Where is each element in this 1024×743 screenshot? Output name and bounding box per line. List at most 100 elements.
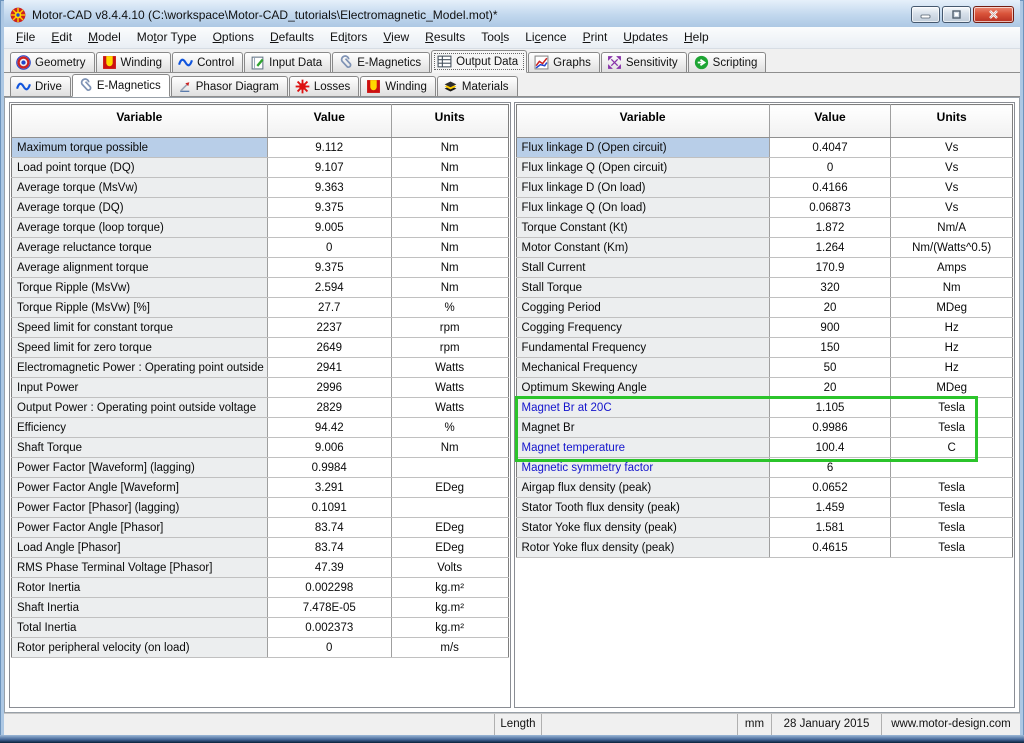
value-cell: 2829 (267, 398, 391, 418)
tab-geometry[interactable]: Geometry (10, 52, 95, 72)
table-row-flux-linkage-q-on-load[interactable]: Flux linkage Q (On load)0.06873Vs (516, 198, 1013, 218)
table-row-power-factor-phasor-lagging[interactable]: Power Factor [Phasor] (lagging)0.1091 (12, 498, 509, 518)
menu-model[interactable]: Model (80, 27, 129, 48)
table-row-cogging-period[interactable]: Cogging Period20MDeg (516, 298, 1013, 318)
tab-output-data[interactable]: Output Data (431, 50, 527, 73)
table-row-speed-limit-for-constant-torque[interactable]: Speed limit for constant torque2237rpm (12, 318, 509, 338)
table-row-magnetic-symmetry-factor[interactable]: Magnetic symmetry factor6 (516, 458, 1013, 478)
menu-motor-type[interactable]: Motor Type (129, 27, 205, 48)
table-row-flux-linkage-d-open-circuit[interactable]: Flux linkage D (Open circuit)0.4047Vs (516, 138, 1013, 158)
menu-tools[interactable]: Tools (473, 27, 517, 48)
table-row-efficiency[interactable]: Efficiency94.42% (12, 418, 509, 438)
value-cell: 2.594 (267, 278, 391, 298)
table-row-maximum-torque-possible[interactable]: Maximum torque possible9.112Nm (12, 138, 509, 158)
table-row-average-torque-loop-torque[interactable]: Average torque (loop torque)9.005Nm (12, 218, 509, 238)
tab-control[interactable]: Control (172, 52, 243, 72)
table-row-power-factor-angle-phasor[interactable]: Power Factor Angle [Phasor]83.74EDeg (12, 518, 509, 538)
tab-winding[interactable]: Winding (360, 76, 436, 96)
table-row-flux-linkage-d-on-load[interactable]: Flux linkage D (On load)0.4166Vs (516, 178, 1013, 198)
table-row-power-factor-waveform-lagging[interactable]: Power Factor [Waveform] (lagging)0.9984 (12, 458, 509, 478)
tab-materials[interactable]: Materials (437, 76, 518, 96)
table-row-load-point-torque-dq[interactable]: Load point torque (DQ)9.107Nm (12, 158, 509, 178)
table-row-power-factor-angle-waveform[interactable]: Power Factor Angle [Waveform]3.291EDeg (12, 478, 509, 498)
variable-cell: Average torque (loop torque) (12, 218, 268, 238)
value-cell: 20 (769, 378, 891, 398)
tab-losses[interactable]: Losses (289, 76, 359, 96)
units-cell: Amps (891, 258, 1013, 278)
tab-graphs[interactable]: Graphs (528, 52, 600, 72)
menu-print[interactable]: Print (575, 27, 616, 48)
table-row-motor-constant-km[interactable]: Motor Constant (Km)1.264Nm/(Watts^0.5) (516, 238, 1013, 258)
table-row-shaft-torque[interactable]: Shaft Torque9.006Nm (12, 438, 509, 458)
output-table-left: Variable Value Units Maximum torque poss… (11, 104, 509, 658)
table-row-stator-tooth-flux-density-peak[interactable]: Stator Tooth flux density (peak)1.459Tes… (516, 498, 1013, 518)
table-row-input-power[interactable]: Input Power2996Watts (12, 378, 509, 398)
tab-input-data[interactable]: Input Data (244, 52, 331, 72)
maximize-button[interactable] (942, 6, 971, 23)
tab-phasor-diagram[interactable]: Phasor Diagram (171, 76, 288, 96)
menu-view[interactable]: View (375, 27, 417, 48)
geometry-icon (16, 55, 31, 70)
table-row-fundamental-frequency[interactable]: Fundamental Frequency150Hz (516, 338, 1013, 358)
tab-sensitivity[interactable]: Sensitivity (601, 52, 687, 72)
variable-cell: Magnetic symmetry factor (516, 458, 769, 478)
table-row-rotor-peripheral-velocity-on-load[interactable]: Rotor peripheral velocity (on load)0m/s (12, 638, 509, 658)
minimize-button[interactable] (911, 6, 940, 23)
menu-options[interactable]: Options (205, 27, 262, 48)
table-row-rotor-inertia[interactable]: Rotor Inertia0.002298kg.m² (12, 578, 509, 598)
tab-scripting[interactable]: Scripting (688, 52, 767, 72)
table-row-stator-yoke-flux-density-peak[interactable]: Stator Yoke flux density (peak)1.581Tesl… (516, 518, 1013, 538)
output-table-right: Variable Value Units Flux linkage D (Ope… (516, 104, 1014, 558)
table-row-magnet-br[interactable]: Magnet Br0.9986Tesla (516, 418, 1013, 438)
value-cell: 0.4166 (769, 178, 891, 198)
tab-label: Graphs (553, 57, 591, 69)
table-row-airgap-flux-density-peak[interactable]: Airgap flux density (peak)0.0652Tesla (516, 478, 1013, 498)
table-row-speed-limit-for-zero-torque[interactable]: Speed limit for zero torque2649rpm (12, 338, 509, 358)
table-row-average-torque-dq[interactable]: Average torque (DQ)9.375Nm (12, 198, 509, 218)
value-cell: 1.872 (769, 218, 891, 238)
tab-winding[interactable]: Winding (96, 52, 172, 72)
table-row-output-power-operating-point-outside-voltage[interactable]: Output Power : Operating point outside v… (12, 398, 509, 418)
menu-updates[interactable]: Updates (615, 27, 676, 48)
table-row-shaft-inertia[interactable]: Shaft Inertia7.478E-05kg.m² (12, 598, 509, 618)
menu-results[interactable]: Results (417, 27, 473, 48)
table-row-flux-linkage-q-open-circuit[interactable]: Flux linkage Q (Open circuit)0Vs (516, 158, 1013, 178)
table-row-stall-current[interactable]: Stall Current170.9Amps (516, 258, 1013, 278)
table-row-rotor-yoke-flux-density-peak[interactable]: Rotor Yoke flux density (peak)0.4615Tesl… (516, 538, 1013, 558)
table-row-magnet-temperature[interactable]: Magnet temperature100.4C (516, 438, 1013, 458)
variable-cell: Average torque (MsVw) (12, 178, 268, 198)
units-cell: Tesla (891, 398, 1013, 418)
table-row-load-angle-phasor[interactable]: Load Angle [Phasor]83.74EDeg (12, 538, 509, 558)
table-row-torque-ripple-msvw[interactable]: Torque Ripple (MsVw) [%]27.7% (12, 298, 509, 318)
menu-file[interactable]: File (8, 27, 43, 48)
variable-cell: Stall Current (516, 258, 769, 278)
table-row-cogging-frequency[interactable]: Cogging Frequency900Hz (516, 318, 1013, 338)
menu-edit[interactable]: Edit (43, 27, 80, 48)
value-cell: 0 (267, 638, 391, 658)
table-row-torque-constant-kt[interactable]: Torque Constant (Kt)1.872Nm/A (516, 218, 1013, 238)
tab-drive[interactable]: Drive (10, 76, 71, 96)
variable-cell: Motor Constant (Km) (516, 238, 769, 258)
table-row-stall-torque[interactable]: Stall Torque320Nm (516, 278, 1013, 298)
variable-cell: Stator Tooth flux density (peak) (516, 498, 769, 518)
table-row-optimum-skewing-angle[interactable]: Optimum Skewing Angle20MDeg (516, 378, 1013, 398)
units-cell: Hz (891, 358, 1013, 378)
table-row-magnet-br-at-20c[interactable]: Magnet Br at 20C1.105Tesla (516, 398, 1013, 418)
table-row-average-reluctance-torque[interactable]: Average reluctance torque0Nm (12, 238, 509, 258)
menu-editors[interactable]: Editors (322, 27, 375, 48)
menu-defaults[interactable]: Defaults (262, 27, 322, 48)
table-row-electromagnetic-power-operating-point-outside[interactable]: Electromagnetic Power : Operating point … (12, 358, 509, 378)
menu-help[interactable]: Help (676, 27, 717, 48)
table-row-total-inertia[interactable]: Total Inertia0.002373kg.m² (12, 618, 509, 638)
tab-e-magnetics[interactable]: E-Magnetics (332, 52, 430, 72)
tab-e-magnetics[interactable]: E-Magnetics (72, 74, 170, 97)
units-cell: Hz (891, 318, 1013, 338)
table-row-mechanical-frequency[interactable]: Mechanical Frequency50Hz (516, 358, 1013, 378)
table-row-rms-phase-terminal-voltage-phasor[interactable]: RMS Phase Terminal Voltage [Phasor]47.39… (12, 558, 509, 578)
table-row-average-torque-msvw[interactable]: Average torque (MsVw)9.363Nm (12, 178, 509, 198)
table-row-average-alignment-torque[interactable]: Average alignment torque9.375Nm (12, 258, 509, 278)
table-row-torque-ripple-msvw[interactable]: Torque Ripple (MsVw)2.594Nm (12, 278, 509, 298)
close-button[interactable] (973, 6, 1014, 23)
variable-cell: Mechanical Frequency (516, 358, 769, 378)
menu-licence[interactable]: Licence (517, 27, 574, 48)
